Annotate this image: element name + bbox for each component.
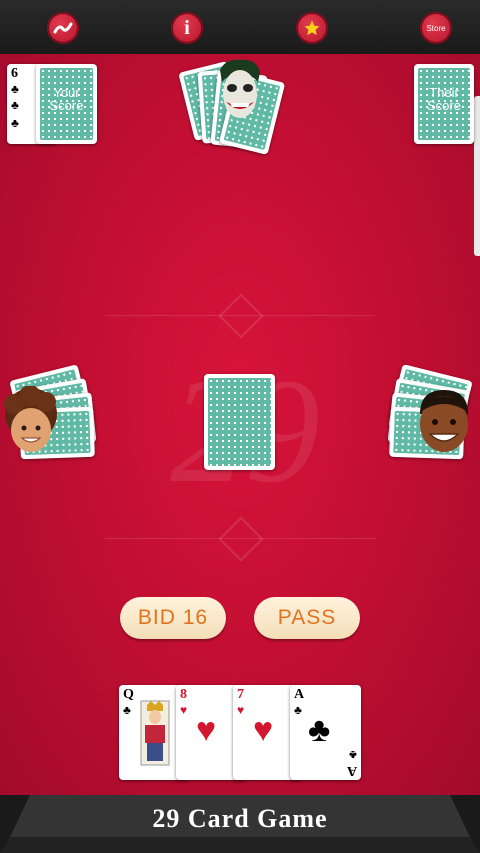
top-toolbar: i Store xyxy=(0,0,480,54)
heart-icon: ♥ xyxy=(196,711,217,749)
back-button[interactable] xyxy=(47,12,79,44)
info-icon: i xyxy=(184,16,190,39)
info-button[interactable]: i xyxy=(171,12,203,44)
footer-title: 29 Card Game xyxy=(152,804,328,833)
right-opponent-avatar xyxy=(420,390,468,452)
heart-icon: ♥ xyxy=(180,703,188,717)
pass-button[interactable]: PASS xyxy=(254,597,360,639)
hand-card-rank: Q xyxy=(123,687,134,702)
score-card-rank: 6 xyxy=(11,66,18,81)
club-icon: ♣ xyxy=(349,748,357,762)
bid-button[interactable]: BID 16 xyxy=(120,597,226,639)
their-score-panel[interactable]: Their Score xyxy=(414,64,474,144)
hand-card-rank: A xyxy=(346,763,357,778)
club-icon: ♣ xyxy=(11,116,19,130)
your-score-label: Your Score xyxy=(49,85,84,113)
favorite-button[interactable] xyxy=(296,12,328,44)
club-icon: ♣ xyxy=(308,711,331,749)
center-deck-card[interactable] xyxy=(204,374,275,470)
heart-icon: ♥ xyxy=(253,711,274,749)
top-opponent-avatar xyxy=(220,59,260,118)
hand-card-rank: A xyxy=(294,687,305,702)
club-icon: ♣ xyxy=(123,703,131,717)
your-score-panel[interactable]: Your Score xyxy=(36,64,97,144)
queen-figure-icon xyxy=(140,700,170,766)
club-icon: ♣ xyxy=(11,98,19,112)
club-icon: ♣ xyxy=(11,82,19,96)
club-icon: ♣ xyxy=(294,703,302,717)
store-button[interactable]: Store xyxy=(420,12,452,44)
left-opponent-avatar xyxy=(4,386,57,452)
heart-icon: ♥ xyxy=(237,703,245,717)
hand-card-rank: 7 xyxy=(237,687,244,702)
star-icon xyxy=(304,20,320,36)
swoosh-icon xyxy=(53,22,73,34)
hand-card[interactable]: A ♣ ♣ A ♣ xyxy=(290,685,361,780)
store-label: Store xyxy=(426,23,446,33)
scrollbar[interactable] xyxy=(474,96,480,256)
their-score-label: Their Score xyxy=(427,85,461,113)
hand-card-rank: 8 xyxy=(180,687,187,702)
